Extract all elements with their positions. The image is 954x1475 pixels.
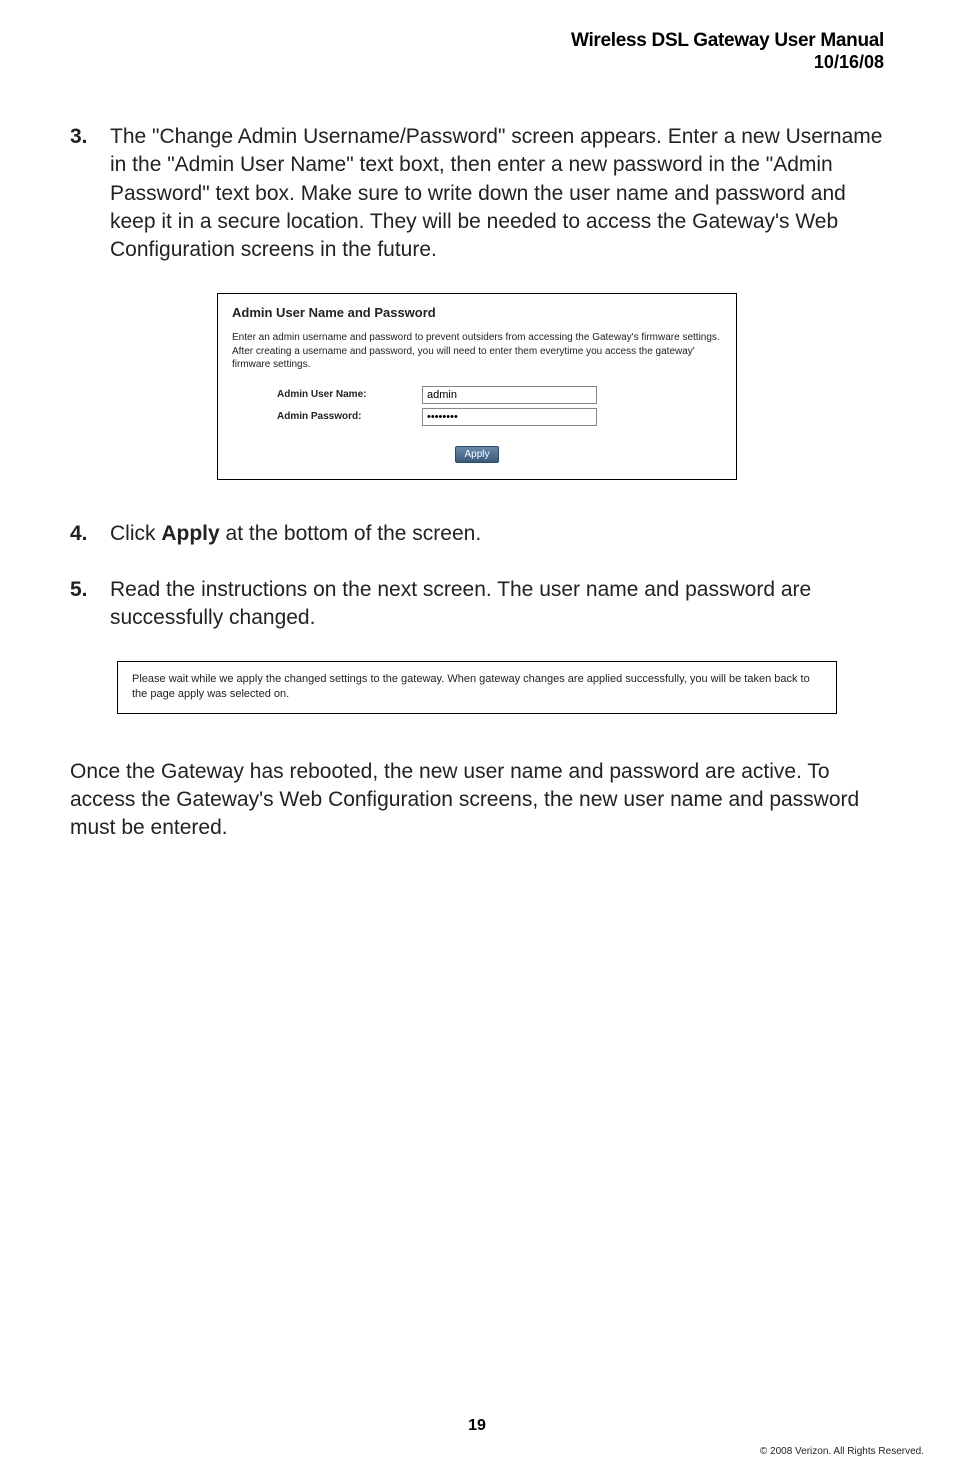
header-title: Wireless DSL Gateway User Manual — [70, 30, 884, 52]
step4-suffix: at the bottom of the screen. — [220, 522, 482, 545]
password-row: Admin Password: — [232, 408, 722, 426]
username-label: Admin User Name: — [277, 388, 422, 402]
username-row: Admin User Name: — [232, 386, 722, 404]
dialog-description: Enter an admin username and password to … — [232, 331, 722, 372]
document-header: Wireless DSL Gateway User Manual 10/16/0… — [70, 30, 884, 73]
step-3: 3. The "Change Admin Username/Password" … — [70, 123, 884, 265]
password-label: Admin Password: — [277, 410, 422, 424]
copyright-notice: © 2008 Verizon. All Rights Reserved. — [760, 1446, 924, 1457]
step-number: 5. — [70, 576, 110, 633]
step-text: Read the instructions on the next screen… — [110, 576, 884, 633]
header-date: 10/16/08 — [70, 52, 884, 73]
step-number: 3. — [70, 123, 110, 265]
step-text: The "Change Admin Username/Password" scr… — [110, 123, 884, 265]
step-4: 4. Click Apply at the bottom of the scre… — [70, 520, 884, 548]
page-number: 19 — [0, 1417, 954, 1435]
admin-credentials-dialog: Admin User Name and Password Enter an ad… — [217, 293, 737, 480]
password-input[interactable] — [422, 408, 597, 426]
step-5: 5. Read the instructions on the next scr… — [70, 576, 884, 633]
step4-bold: Apply — [161, 522, 219, 545]
username-input[interactable] — [422, 386, 597, 404]
step-number: 4. — [70, 520, 110, 548]
please-wait-dialog: Please wait while we apply the changed s… — [117, 661, 837, 714]
please-wait-text: Please wait while we apply the changed s… — [132, 672, 822, 703]
step-text: Click Apply at the bottom of the screen. — [110, 520, 884, 548]
step4-prefix: Click — [110, 522, 161, 545]
closing-paragraph: Once the Gateway has rebooted, the new u… — [70, 758, 884, 843]
main-content: 3. The "Change Admin Username/Password" … — [70, 123, 884, 843]
apply-button[interactable]: Apply — [455, 446, 498, 463]
dialog-title: Admin User Name and Password — [232, 304, 722, 322]
